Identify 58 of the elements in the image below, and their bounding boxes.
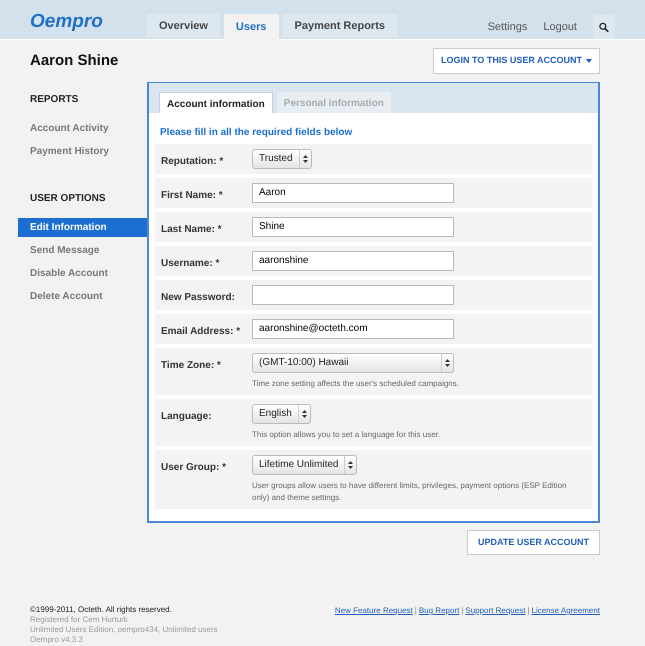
nav-tab[interactable]: Users bbox=[224, 14, 278, 40]
sidebar-item[interactable]: Edit Information bbox=[18, 218, 147, 236]
sidebar-item[interactable]: Account Activity bbox=[18, 118, 147, 138]
select-field[interactable]: (GMT-10:00) Hawaii bbox=[252, 352, 454, 372]
field-label: Email Address: * bbox=[161, 324, 242, 338]
text-field[interactable]: Shine bbox=[252, 216, 454, 236]
link-separator: | bbox=[414, 605, 417, 617]
field-label: Language: bbox=[161, 410, 213, 424]
nav-link[interactable]: Logout bbox=[543, 15, 577, 39]
sidebar-item[interactable]: Delete Account bbox=[18, 286, 147, 306]
sidebar-item[interactable]: Send Message bbox=[18, 240, 147, 260]
footer-text: Oempro v4.3.3 bbox=[30, 635, 84, 645]
instructions-text: Please fill in all the required fields below bbox=[160, 126, 354, 140]
select-field[interactable]: Trusted bbox=[252, 148, 312, 168]
field-label: User Group: * bbox=[161, 460, 228, 474]
login-button[interactable]: LOGIN TO THIS USER ACCOUNT bbox=[432, 48, 600, 74]
link-separator: | bbox=[527, 605, 530, 617]
field-label: First Name: * bbox=[161, 188, 224, 202]
help-text: User groups allow users to have different limits, privileges, payment options (ESP Edition only) and theme settings. bbox=[252, 480, 568, 504]
footer-text: Registered for Cem Hurturk bbox=[30, 615, 129, 625]
field-label: Last Name: * bbox=[161, 222, 223, 236]
select-field[interactable]: English bbox=[252, 404, 311, 424]
nav-tab[interactable]: Payment Reports bbox=[282, 14, 397, 38]
update-button[interactable]: UPDATE USER ACCOUNT bbox=[466, 530, 600, 555]
search-button[interactable] bbox=[593, 15, 615, 39]
page-title: Aaron Shine bbox=[30, 50, 118, 70]
help-text: This option allows you to set a language for this user. bbox=[252, 428, 442, 440]
text-field[interactable]: aaronshine bbox=[252, 250, 454, 270]
section-heading: REPORTS bbox=[29, 92, 80, 106]
footer-text: Unlimited Users Edition, oempro434, Unlimited users bbox=[30, 625, 218, 635]
section-heading: USER OPTIONS bbox=[29, 192, 107, 206]
footer-link[interactable]: License Agreement bbox=[532, 605, 600, 617]
select-field[interactable]: Lifetime Unlimited bbox=[252, 454, 358, 474]
nav-link[interactable]: Settings bbox=[488, 15, 528, 39]
spinner-arrows-icon bbox=[445, 358, 450, 366]
spinner-arrows-icon bbox=[302, 154, 308, 162]
help-text: Time zone setting affects the user's scheduled campaigns. bbox=[252, 378, 460, 390]
spinner-arrows-icon bbox=[302, 410, 307, 418]
footer-link[interactable]: Bug Report bbox=[418, 605, 460, 617]
nav-tab[interactable]: Overview bbox=[147, 14, 220, 38]
sidebar-item[interactable]: Disable Account bbox=[18, 264, 147, 282]
form-tab[interactable]: Account information bbox=[159, 92, 273, 112]
sidebar-item[interactable]: Payment History bbox=[18, 142, 147, 160]
field-label: New Password: bbox=[161, 290, 236, 304]
caret-icon bbox=[586, 58, 592, 63]
field-label: Username: * bbox=[161, 256, 220, 270]
footer-text: ©1999-2011, Octeth. All rights reserved. bbox=[30, 605, 173, 615]
text-field[interactable]: Aaron bbox=[252, 182, 454, 202]
search-icon bbox=[599, 22, 609, 32]
spinner-arrows-icon bbox=[348, 460, 354, 468]
text-field[interactable] bbox=[252, 284, 454, 304]
footer-link[interactable]: Support Request bbox=[465, 605, 526, 617]
footer-link[interactable]: New Feature Request bbox=[334, 605, 413, 617]
text-field[interactable]: aaronshine@octeth.com bbox=[252, 318, 454, 338]
logo[interactable]: Oempro bbox=[30, 11, 103, 32]
field-label: Time Zone: * bbox=[161, 358, 222, 372]
field-label: Reputation: * bbox=[161, 154, 224, 168]
link-separator: | bbox=[461, 605, 464, 617]
